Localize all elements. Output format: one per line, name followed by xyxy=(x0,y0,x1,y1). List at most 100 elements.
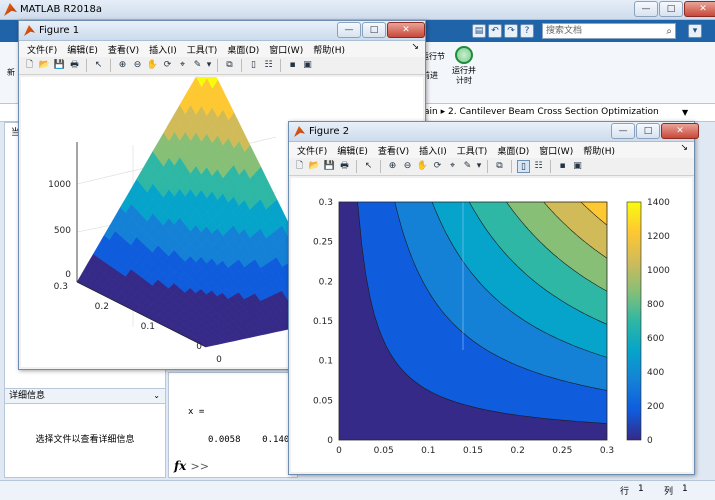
minimize-button[interactable]: — xyxy=(634,1,658,17)
figure-2-canvas[interactable]: 0 0.05 0.1 0.15 0.2 0.25 0.3 0 0.05 0.1 0.15 0.2 0.2… xyxy=(291,178,692,472)
menu-tools[interactable]: 工具(T) xyxy=(183,41,224,57)
figure-2-menu-bar: 文件(F) 编辑(E) 查看(V) 插入(I) 工具(T) 桌面(D) 窗口(W… xyxy=(289,142,694,158)
hide-plot-tools-icon[interactable]: ▪ xyxy=(556,160,569,173)
brush-icon[interactable]: ✎ xyxy=(461,160,474,173)
colorbar[interactable] xyxy=(626,201,642,441)
show-plot-tools-icon[interactable]: ▣ xyxy=(301,59,314,72)
new-figure-icon[interactable]: 🗋 xyxy=(23,59,36,72)
toolbar-separator xyxy=(356,160,357,173)
menu-help[interactable]: 帮助(H) xyxy=(309,41,351,57)
menu-file[interactable]: 文件(F) xyxy=(293,142,333,158)
new-figure-icon[interactable]: 🗋 xyxy=(293,160,306,173)
dock-pin-icon[interactable]: ↘ xyxy=(680,143,688,153)
command-prompt[interactable]: fx >> xyxy=(174,459,209,473)
show-plot-tools-icon[interactable]: ▣ xyxy=(571,160,584,173)
quick-redo-icon[interactable]: ↷ xyxy=(504,24,518,38)
menu-window[interactable]: 窗口(W) xyxy=(265,41,309,57)
rotate-3d-icon[interactable]: ⟳ xyxy=(431,160,444,173)
menu-tools[interactable]: 工具(T) xyxy=(453,142,494,158)
close-button[interactable]: ✕ xyxy=(684,1,715,17)
colorbar-icon[interactable]: ▯ xyxy=(247,59,260,72)
figure-1-title-bar: Figure 1 — □ ✕ xyxy=(19,21,425,41)
figure-1-maximize-button[interactable]: □ xyxy=(362,22,386,38)
menu-file[interactable]: 文件(F) xyxy=(23,41,63,57)
figure-2-maximize-button[interactable]: □ xyxy=(636,123,660,139)
link-plot-icon[interactable]: ⧉ xyxy=(493,160,506,173)
print-icon[interactable]: 🖶 xyxy=(68,59,81,72)
print-icon[interactable]: 🖶 xyxy=(338,160,351,173)
figure-2-minimize-button[interactable]: — xyxy=(611,123,635,139)
breadcrumb[interactable]: ain ▸ 2. Cantilever Beam Cross Section O… xyxy=(424,107,659,117)
prompt-arrows: >> xyxy=(190,460,209,473)
menu-view[interactable]: 查看(V) xyxy=(104,41,145,57)
link-plot-icon[interactable]: ⧉ xyxy=(223,59,236,72)
pan-hand-icon[interactable]: ✋ xyxy=(416,160,429,173)
open-file-icon[interactable]: 📂 xyxy=(308,160,321,173)
maximize-button[interactable]: □ xyxy=(659,1,683,17)
z-tick-label: 1000 xyxy=(48,180,71,190)
path-dropdown-icon[interactable]: ▼ xyxy=(682,108,688,117)
toolbar-separator xyxy=(380,160,381,173)
figure-1-minimize-button[interactable]: — xyxy=(337,22,361,38)
select-arrow-icon[interactable]: ↖ xyxy=(362,160,375,173)
figure-1-title: Figure 1 xyxy=(39,25,80,36)
colorbar-icon[interactable]: ▯ xyxy=(517,160,530,173)
y-tick-label: 0 xyxy=(196,342,202,352)
menu-edit[interactable]: 编辑(E) xyxy=(63,41,104,57)
rotate-3d-icon[interactable]: ⟳ xyxy=(161,59,174,72)
details-panel-header[interactable]: 详细信息 ⌄ xyxy=(4,388,166,404)
y-tick-label: 0.3 xyxy=(319,198,333,208)
quick-undo-icon[interactable]: ↶ xyxy=(488,24,502,38)
figure-icon xyxy=(24,25,35,36)
brush-icon[interactable]: ✎ xyxy=(191,59,204,72)
legend-icon[interactable]: ☷ xyxy=(532,160,545,173)
menu-insert[interactable]: 插入(I) xyxy=(415,142,453,158)
menu-insert[interactable]: 插入(I) xyxy=(145,41,183,57)
quick-help-icon[interactable]: ? xyxy=(520,24,534,38)
save-icon[interactable]: 💾 xyxy=(53,59,66,72)
select-arrow-icon[interactable]: ↖ xyxy=(92,59,105,72)
y-tick-label: 0.1 xyxy=(141,322,155,332)
matlab-logo-icon xyxy=(4,3,17,16)
data-cursor-icon[interactable]: ⌖ xyxy=(446,160,459,173)
figure-icon xyxy=(294,126,305,137)
open-file-icon[interactable]: 📂 xyxy=(38,59,51,72)
figure-2-close-button[interactable]: ✕ xyxy=(661,123,699,139)
menu-window[interactable]: 窗口(W) xyxy=(535,142,579,158)
colorbar-tick-label: 0 xyxy=(647,436,653,446)
brush-dropdown-icon[interactable]: ▾ xyxy=(476,160,482,173)
colorbar-tick-label: 800 xyxy=(647,300,664,310)
figure-1-close-button[interactable]: ✕ xyxy=(387,22,425,38)
fx-icon: fx xyxy=(174,459,187,473)
figure-1-window-controls: — □ ✕ xyxy=(337,22,425,38)
legend-icon[interactable]: ☷ xyxy=(262,59,275,72)
ribbon-new-button[interactable]: 新 xyxy=(6,68,16,78)
colorbar-tick-label: 1000 xyxy=(647,266,670,276)
search-icon: ⌕ xyxy=(666,26,672,37)
ribbon-expand-icon[interactable]: ▾ xyxy=(688,24,702,38)
menu-desktop[interactable]: 桌面(D) xyxy=(493,142,535,158)
pan-hand-icon[interactable]: ✋ xyxy=(146,59,159,72)
zoom-in-icon[interactable]: ⊕ xyxy=(116,59,129,72)
colorbar-tick-label: 400 xyxy=(647,368,664,378)
main-window-controls: — □ ✕ xyxy=(634,1,715,17)
zoom-out-icon[interactable]: ⊖ xyxy=(401,160,414,173)
save-icon[interactable]: 💾 xyxy=(323,160,336,173)
search-documentation-input[interactable]: 搜索文档 ⌕ xyxy=(542,23,676,39)
menu-edit[interactable]: 编辑(E) xyxy=(333,142,374,158)
menu-view[interactable]: 查看(V) xyxy=(374,142,415,158)
ribbon-run-and-time-button[interactable]: 运行并 计时 xyxy=(449,46,479,86)
chevron-down-icon[interactable]: ⌄ xyxy=(153,389,160,403)
brush-dropdown-icon[interactable]: ▾ xyxy=(206,59,212,72)
hide-plot-tools-icon[interactable]: ▪ xyxy=(286,59,299,72)
menu-desktop[interactable]: 桌面(D) xyxy=(223,41,265,57)
y-tick-label: 0.1 xyxy=(319,357,333,367)
dock-pin-icon[interactable]: ↘ xyxy=(411,42,419,52)
figure-2-title: Figure 2 xyxy=(309,126,350,137)
menu-help[interactable]: 帮助(H) xyxy=(579,142,621,158)
data-cursor-icon[interactable]: ⌖ xyxy=(176,59,189,72)
quick-save-icon[interactable]: ▤ xyxy=(472,24,486,38)
zoom-out-icon[interactable]: ⊖ xyxy=(131,59,144,72)
row-value: 1 xyxy=(638,484,644,494)
zoom-in-icon[interactable]: ⊕ xyxy=(386,160,399,173)
